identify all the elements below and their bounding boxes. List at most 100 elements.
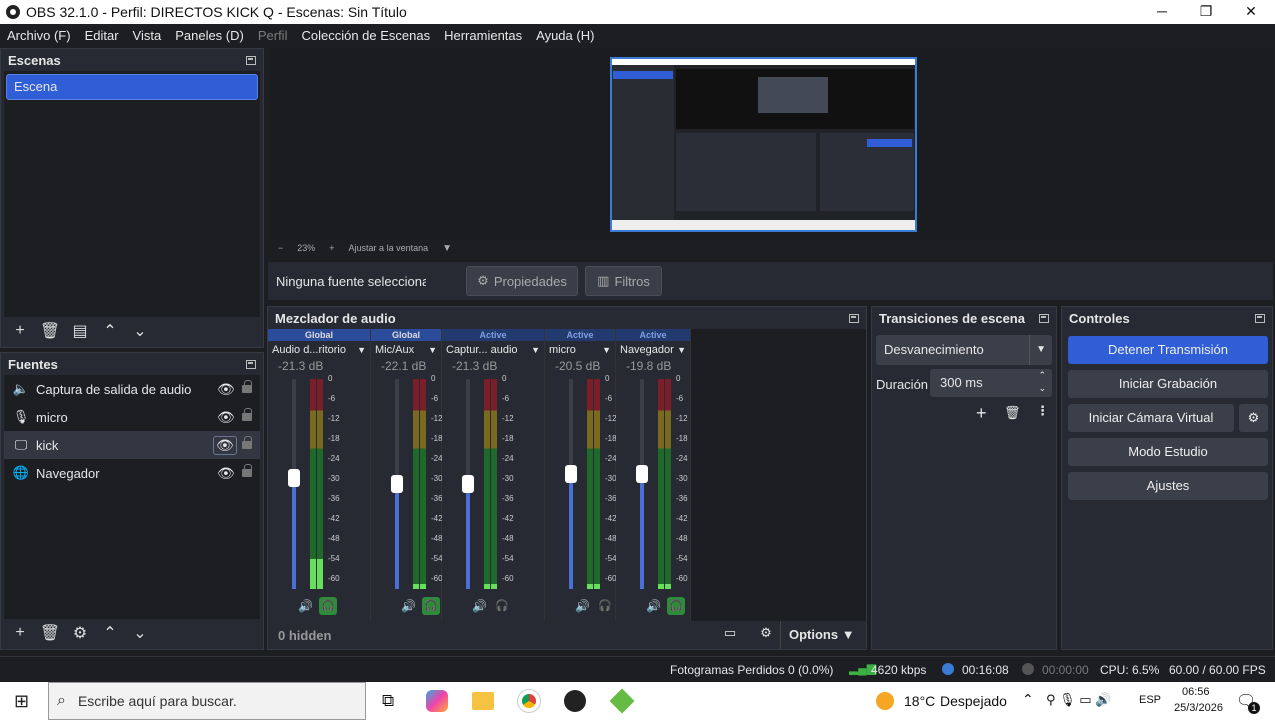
add-source-icon[interactable]: + — [7, 624, 33, 642]
stop-streaming-button[interactable]: Detener Transmisión — [1068, 336, 1268, 364]
source-item[interactable]: 🖵 kick 👁 — [4, 431, 260, 459]
headphones-monitor-icon[interactable]: 🎧 — [493, 597, 511, 615]
lock-icon[interactable] — [242, 380, 252, 393]
undock-icon[interactable] — [1255, 313, 1265, 323]
studio-mode-button[interactable]: Modo Estudio — [1068, 438, 1268, 466]
volume-slider-handle[interactable] — [636, 464, 648, 483]
move-up-icon[interactable]: ⌃ — [97, 623, 123, 643]
file-explorer-icon[interactable] — [472, 692, 494, 710]
start-recording-button[interactable]: Iniciar Grabación — [1068, 370, 1268, 398]
speaker-mute-icon[interactable]: 🔊 — [646, 599, 661, 613]
meter-tick-label: -54 — [431, 554, 443, 563]
settings-button[interactable]: Ajustes — [1068, 472, 1268, 500]
task-view-icon[interactable]: ⧉ — [382, 691, 394, 711]
volume-slider-handle[interactable] — [288, 468, 300, 487]
language[interactable]: ESP — [1139, 694, 1161, 706]
start-virtual-camera-button[interactable]: Iniciar Cámara Virtual — [1068, 404, 1234, 432]
menu-paneles[interactable]: Paneles (D) — [175, 28, 244, 43]
speaker-mute-icon[interactable]: 🔊 — [401, 599, 416, 613]
advanced-audio-icon[interactable]: ⚙ — [752, 625, 780, 645]
clock-date[interactable]: 25/3/2026 — [1174, 702, 1223, 714]
menu-perfil[interactable]: Perfil — [258, 28, 288, 43]
channel-name-select[interactable]: micro ▼ — [545, 341, 615, 359]
duration-input[interactable]: 300 ms ⌃ ⌄ — [930, 369, 1052, 397]
obs-taskbar-icon[interactable] — [564, 690, 586, 712]
visibility-eye-icon[interactable]: 👁 — [213, 435, 237, 455]
fit-window[interactable]: Ajustar a la ventana — [349, 243, 429, 253]
menu-archivo[interactable]: Archivo (F) — [7, 28, 71, 43]
add-transition-icon[interactable]: + — [976, 403, 987, 424]
headphones-monitor-icon[interactable]: 🎧 — [596, 597, 614, 615]
remove-source-icon[interactable]: 🗑 — [37, 623, 63, 643]
source-item[interactable]: 🔈 Captura de salida de audio 👁 — [4, 375, 260, 403]
visibility-eye-icon[interactable]: 👁 — [217, 409, 235, 426]
channel-name-select[interactable]: Captur... audio ▼ — [442, 341, 544, 359]
zoom-out-button[interactable]: − — [278, 243, 283, 253]
scene-item[interactable]: Escena — [6, 74, 258, 100]
headphones-monitor-icon[interactable]: 🎧 — [666, 597, 685, 615]
menu-coleccion-escenas[interactable]: Colección de Escenas — [301, 28, 430, 43]
taskbar-search[interactable]: ⌕ Escribe aquí para buscar. — [48, 682, 366, 720]
speaker-mute-icon[interactable]: 🔊 — [472, 599, 487, 613]
menu-vista[interactable]: Vista — [133, 28, 162, 43]
channel-name-select[interactable]: Navegador ▼ — [616, 341, 690, 359]
close-button[interactable]: ✕ — [1228, 0, 1274, 24]
clock-time[interactable]: 06:56 — [1182, 686, 1210, 698]
filters-button[interactable]: ▥ Filtros — [585, 266, 662, 296]
remove-scene-icon[interactable]: 🗑 — [37, 321, 63, 341]
volume-slider[interactable] — [462, 379, 474, 589]
copilot-icon[interactable] — [426, 690, 448, 712]
move-up-icon[interactable]: ⌃ — [97, 321, 123, 341]
chevron-up-icon[interactable]: ⌃ — [1022, 691, 1034, 708]
lock-icon[interactable] — [242, 436, 252, 449]
speaker-mute-icon[interactable]: 🔊 — [575, 599, 590, 613]
add-scene-icon[interactable]: + — [7, 322, 33, 340]
undock-icon[interactable] — [1039, 313, 1049, 323]
move-down-icon[interactable]: ⌄ — [127, 321, 153, 341]
spinner-icon[interactable]: ⌃ ⌄ — [1038, 369, 1046, 395]
source-properties-icon[interactable]: ⚙ — [67, 623, 93, 643]
volume-slider[interactable] — [391, 379, 403, 589]
zoom-in-button[interactable]: + — [329, 243, 334, 253]
channel-name-select[interactable]: Audio d...ritorio ▼ — [268, 341, 370, 359]
layout-icon[interactable]: ▭ — [716, 625, 744, 645]
tray-icons[interactable]: ⚲ 🎙 ▭ 🔊 — [1046, 692, 1111, 708]
menu-herramientas[interactable]: Herramientas — [444, 28, 522, 43]
chrome-icon[interactable] — [517, 689, 541, 713]
remove-transition-icon[interactable]: 🗑 — [1004, 405, 1021, 421]
undock-icon[interactable] — [849, 313, 859, 323]
menu-ayuda[interactable]: Ayuda (H) — [536, 28, 594, 43]
undock-icon[interactable] — [246, 359, 256, 369]
volume-slider-handle[interactable] — [565, 464, 577, 483]
move-down-icon[interactable]: ⌄ — [127, 623, 153, 643]
volume-slider-handle[interactable] — [391, 475, 403, 493]
visibility-eye-icon[interactable]: 👁 — [217, 381, 235, 398]
more-menu-icon[interactable]: ⋮ — [1036, 403, 1049, 419]
undock-icon[interactable] — [246, 55, 256, 65]
chevron-down-icon[interactable]: ▼ — [442, 243, 452, 254]
headphones-monitor-icon[interactable]: 🎧 — [421, 597, 440, 615]
windows-start-icon[interactable]: ⊞ — [14, 691, 29, 712]
source-item[interactable]: 🌐 Navegador 👁 — [4, 459, 260, 487]
transition-select[interactable]: Desvanecimiento ▼ — [876, 335, 1052, 365]
minimize-button[interactable]: ─ — [1139, 0, 1185, 24]
volume-slider[interactable] — [288, 379, 300, 589]
channel-name-select[interactable]: Mic/Aux ▼ — [371, 341, 441, 359]
volume-slider-handle[interactable] — [462, 475, 474, 493]
preview-canvas[interactable] — [270, 48, 1273, 240]
headphones-monitor-icon[interactable]: 🎧 — [318, 597, 337, 615]
lock-icon[interactable] — [242, 464, 252, 477]
lock-icon[interactable] — [242, 408, 252, 421]
options-button[interactable]: Options ▼ — [780, 621, 866, 649]
volume-slider[interactable] — [565, 379, 577, 589]
source-item[interactable]: 🎙 micro 👁 — [4, 403, 260, 431]
menu-editar[interactable]: Editar — [85, 28, 119, 43]
volume-slider[interactable] — [636, 379, 648, 589]
scene-filters-icon[interactable]: ▤ — [67, 321, 93, 341]
minecraft-icon[interactable] — [609, 688, 635, 714]
restore-button[interactable]: ❐ — [1183, 0, 1229, 24]
visibility-eye-icon[interactable]: 👁 — [217, 465, 235, 482]
gear-icon[interactable]: ⚙ — [1239, 404, 1268, 432]
properties-button[interactable]: ⚙ Propiedades — [466, 266, 578, 296]
speaker-mute-icon[interactable]: 🔊 — [298, 599, 313, 613]
